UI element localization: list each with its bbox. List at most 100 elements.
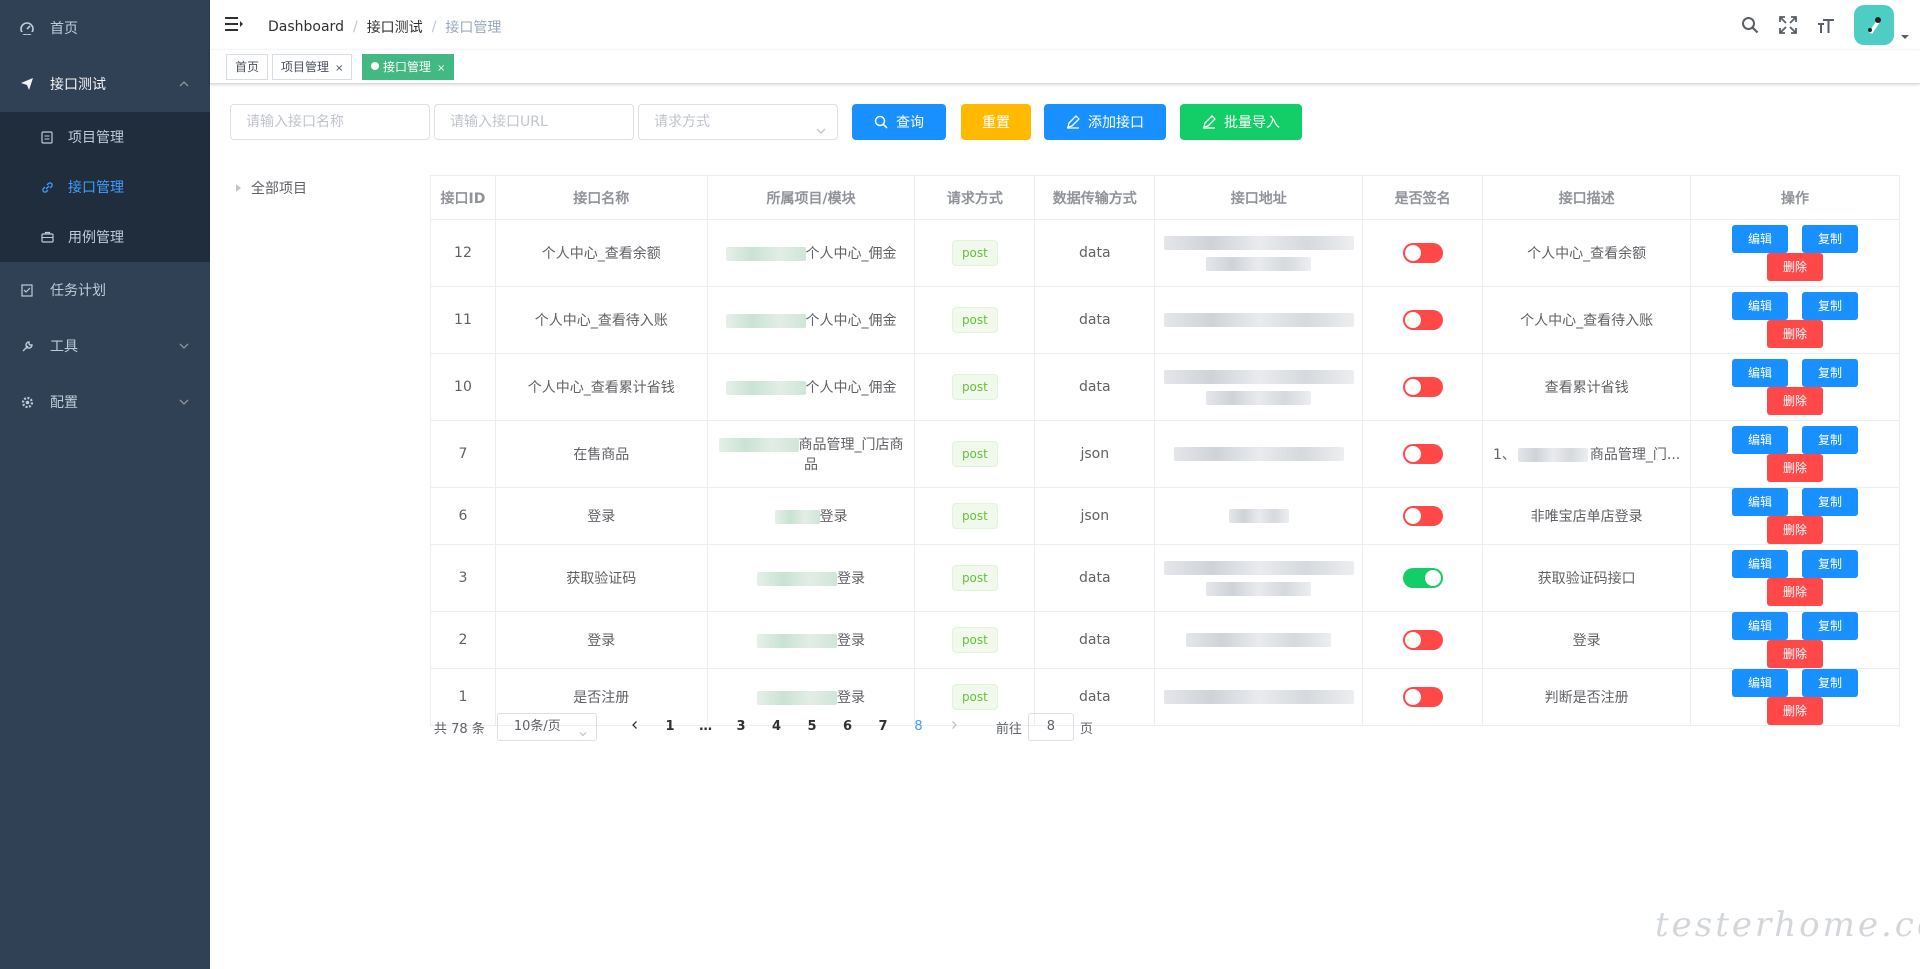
avatar[interactable] bbox=[1854, 5, 1894, 45]
column-header: 所属项目/模块 bbox=[706, 175, 916, 220]
desc-text: 商品管理_门... bbox=[1589, 447, 1681, 463]
sign-switch[interactable] bbox=[1402, 377, 1443, 397]
delete-button[interactable]: 删除 bbox=[1767, 697, 1824, 725]
sidebar-item-api-test[interactable]: 接口测试 bbox=[0, 56, 210, 112]
page-number[interactable]: 7 bbox=[865, 713, 901, 741]
caret-down-icon[interactable] bbox=[1900, 30, 1910, 40]
close-icon[interactable]: × bbox=[437, 63, 445, 74]
edit-button[interactable]: 编辑 bbox=[1732, 292, 1789, 320]
api-name-input[interactable]: 请输入接口名称 bbox=[230, 104, 430, 140]
sidebar-item-config[interactable]: 配置 bbox=[0, 374, 210, 430]
close-icon[interactable]: × bbox=[335, 63, 343, 74]
sign-switch[interactable] bbox=[1402, 310, 1443, 330]
tag-home[interactable]: 首页 bbox=[226, 54, 269, 80]
edit-button[interactable]: 编辑 bbox=[1732, 612, 1789, 640]
page-number[interactable]: 5 bbox=[794, 713, 830, 741]
tag-api-manage[interactable]: 接口管理 × bbox=[362, 54, 455, 80]
sidebar-item-api-manage[interactable]: 接口管理 bbox=[0, 162, 210, 212]
cell-id: 11 bbox=[430, 286, 496, 354]
copy-button[interactable]: 复制 bbox=[1802, 225, 1859, 253]
breadcrumb-separator: / bbox=[431, 19, 437, 35]
page-number[interactable]: 1 bbox=[652, 713, 688, 741]
sign-switch[interactable] bbox=[1402, 687, 1443, 707]
module-text: 登录 bbox=[837, 690, 866, 706]
chevron-down-icon bbox=[578, 723, 588, 749]
sign-switch[interactable] bbox=[1402, 506, 1443, 526]
cell-transfer: data bbox=[1034, 286, 1156, 354]
sign-switch[interactable] bbox=[1402, 444, 1443, 464]
redacted-address bbox=[1186, 633, 1332, 647]
sign-switch[interactable] bbox=[1402, 243, 1443, 263]
tag-project-manage[interactable]: 项目管理 × bbox=[272, 54, 353, 80]
delete-button[interactable]: 删除 bbox=[1767, 640, 1824, 668]
project-tree-root[interactable]: 全部项目 bbox=[236, 178, 307, 198]
desc-text: 非唯宝店单店登录 bbox=[1530, 509, 1643, 525]
edit-button[interactable]: 编辑 bbox=[1732, 426, 1789, 454]
search-icon bbox=[874, 115, 888, 129]
prev-page-button[interactable] bbox=[617, 713, 653, 741]
breadcrumb-item-api-test[interactable]: 接口测试 bbox=[367, 17, 423, 37]
add-api-button[interactable]: 添加接口 bbox=[1044, 104, 1166, 140]
next-page-button[interactable] bbox=[936, 713, 972, 741]
goto-prefix: 前往 bbox=[995, 721, 1022, 737]
search-icon[interactable] bbox=[1740, 15, 1760, 35]
table-row: 3 获取验证码 登录 post data 获取验证码接口 编辑 复制删除 bbox=[430, 544, 1900, 612]
reset-button[interactable]: 重置 bbox=[961, 104, 1031, 140]
breadcrumb-item-dashboard[interactable]: Dashboard bbox=[268, 19, 344, 35]
query-button[interactable]: 查询 bbox=[852, 104, 946, 140]
tags-view: 首页 项目管理 × 接口管理 × bbox=[210, 50, 1920, 84]
edit-button[interactable]: 编辑 bbox=[1732, 488, 1789, 516]
sidebar-item-task-plan[interactable]: 任务计划 bbox=[0, 262, 210, 318]
cell-transfer: data bbox=[1034, 219, 1156, 287]
edit-button[interactable]: 编辑 bbox=[1732, 225, 1789, 253]
fullscreen-icon[interactable] bbox=[1778, 15, 1798, 35]
column-header: 接口名称 bbox=[494, 175, 708, 220]
page-number[interactable]: 4 bbox=[759, 713, 795, 741]
cell-name: 个人中心_查看待入账 bbox=[494, 286, 708, 354]
font-size-icon[interactable] bbox=[1816, 15, 1836, 35]
copy-button[interactable]: 复制 bbox=[1802, 292, 1859, 320]
copy-button[interactable]: 复制 bbox=[1802, 359, 1859, 387]
batch-import-button[interactable]: 批量导入 bbox=[1180, 104, 1302, 140]
redacted-address bbox=[1163, 313, 1354, 327]
sign-switch[interactable] bbox=[1402, 568, 1443, 588]
delete-button[interactable]: 删除 bbox=[1767, 578, 1824, 606]
sidebar-item-case-manage[interactable]: 用例管理 bbox=[0, 212, 210, 262]
edit-button[interactable]: 编辑 bbox=[1732, 359, 1789, 387]
copy-button[interactable]: 复制 bbox=[1802, 669, 1859, 697]
page-number[interactable]: 8 bbox=[901, 713, 937, 741]
method-select[interactable]: 请求方式 bbox=[638, 104, 838, 140]
sign-switch[interactable] bbox=[1402, 630, 1443, 650]
delete-button[interactable]: 删除 bbox=[1767, 516, 1824, 544]
api-url-input[interactable]: 请输入接口URL bbox=[434, 104, 634, 140]
cell-method: post bbox=[914, 219, 1036, 287]
page-number[interactable]: 6 bbox=[830, 713, 866, 741]
page-ellipsis[interactable]: … bbox=[688, 713, 724, 741]
delete-button[interactable]: 删除 bbox=[1767, 320, 1824, 348]
goto-page-input[interactable]: 8 bbox=[1027, 713, 1074, 741]
page-size-select[interactable]: 10条/页 bbox=[496, 713, 597, 741]
cell-name: 登录 bbox=[494, 611, 708, 669]
delete-button[interactable]: 删除 bbox=[1767, 387, 1824, 415]
page-number[interactable]: 3 bbox=[723, 713, 759, 741]
caret-right-icon[interactable] bbox=[236, 184, 241, 192]
desc-text: 登录 bbox=[1572, 633, 1601, 649]
delete-button[interactable]: 删除 bbox=[1767, 253, 1824, 281]
submenu-api-test: 项目管理 接口管理 用例管理 bbox=[0, 112, 210, 262]
sidebar-item-project-manage[interactable]: 项目管理 bbox=[0, 112, 210, 162]
copy-button[interactable]: 复制 bbox=[1802, 612, 1859, 640]
copy-button[interactable]: 复制 bbox=[1802, 550, 1859, 578]
edit-button[interactable]: 编辑 bbox=[1732, 669, 1789, 697]
copy-button[interactable]: 复制 bbox=[1802, 426, 1859, 454]
copy-button[interactable]: 复制 bbox=[1802, 488, 1859, 516]
hamburger-icon[interactable] bbox=[225, 16, 243, 34]
cell-method: post bbox=[914, 353, 1036, 421]
method-select-placeholder: 请求方式 bbox=[654, 114, 710, 130]
edit-button[interactable]: 编辑 bbox=[1732, 550, 1789, 578]
chevron-down-icon bbox=[815, 116, 827, 150]
sidebar-item-home[interactable]: 首页 bbox=[0, 0, 210, 56]
delete-button[interactable]: 删除 bbox=[1767, 454, 1824, 482]
table-row: 2 登录 登录 post data 登录 编辑 复制删除 bbox=[430, 611, 1900, 669]
cell-module: 个人中心_佣金 bbox=[706, 353, 916, 421]
sidebar-item-tools[interactable]: 工具 bbox=[0, 318, 210, 374]
